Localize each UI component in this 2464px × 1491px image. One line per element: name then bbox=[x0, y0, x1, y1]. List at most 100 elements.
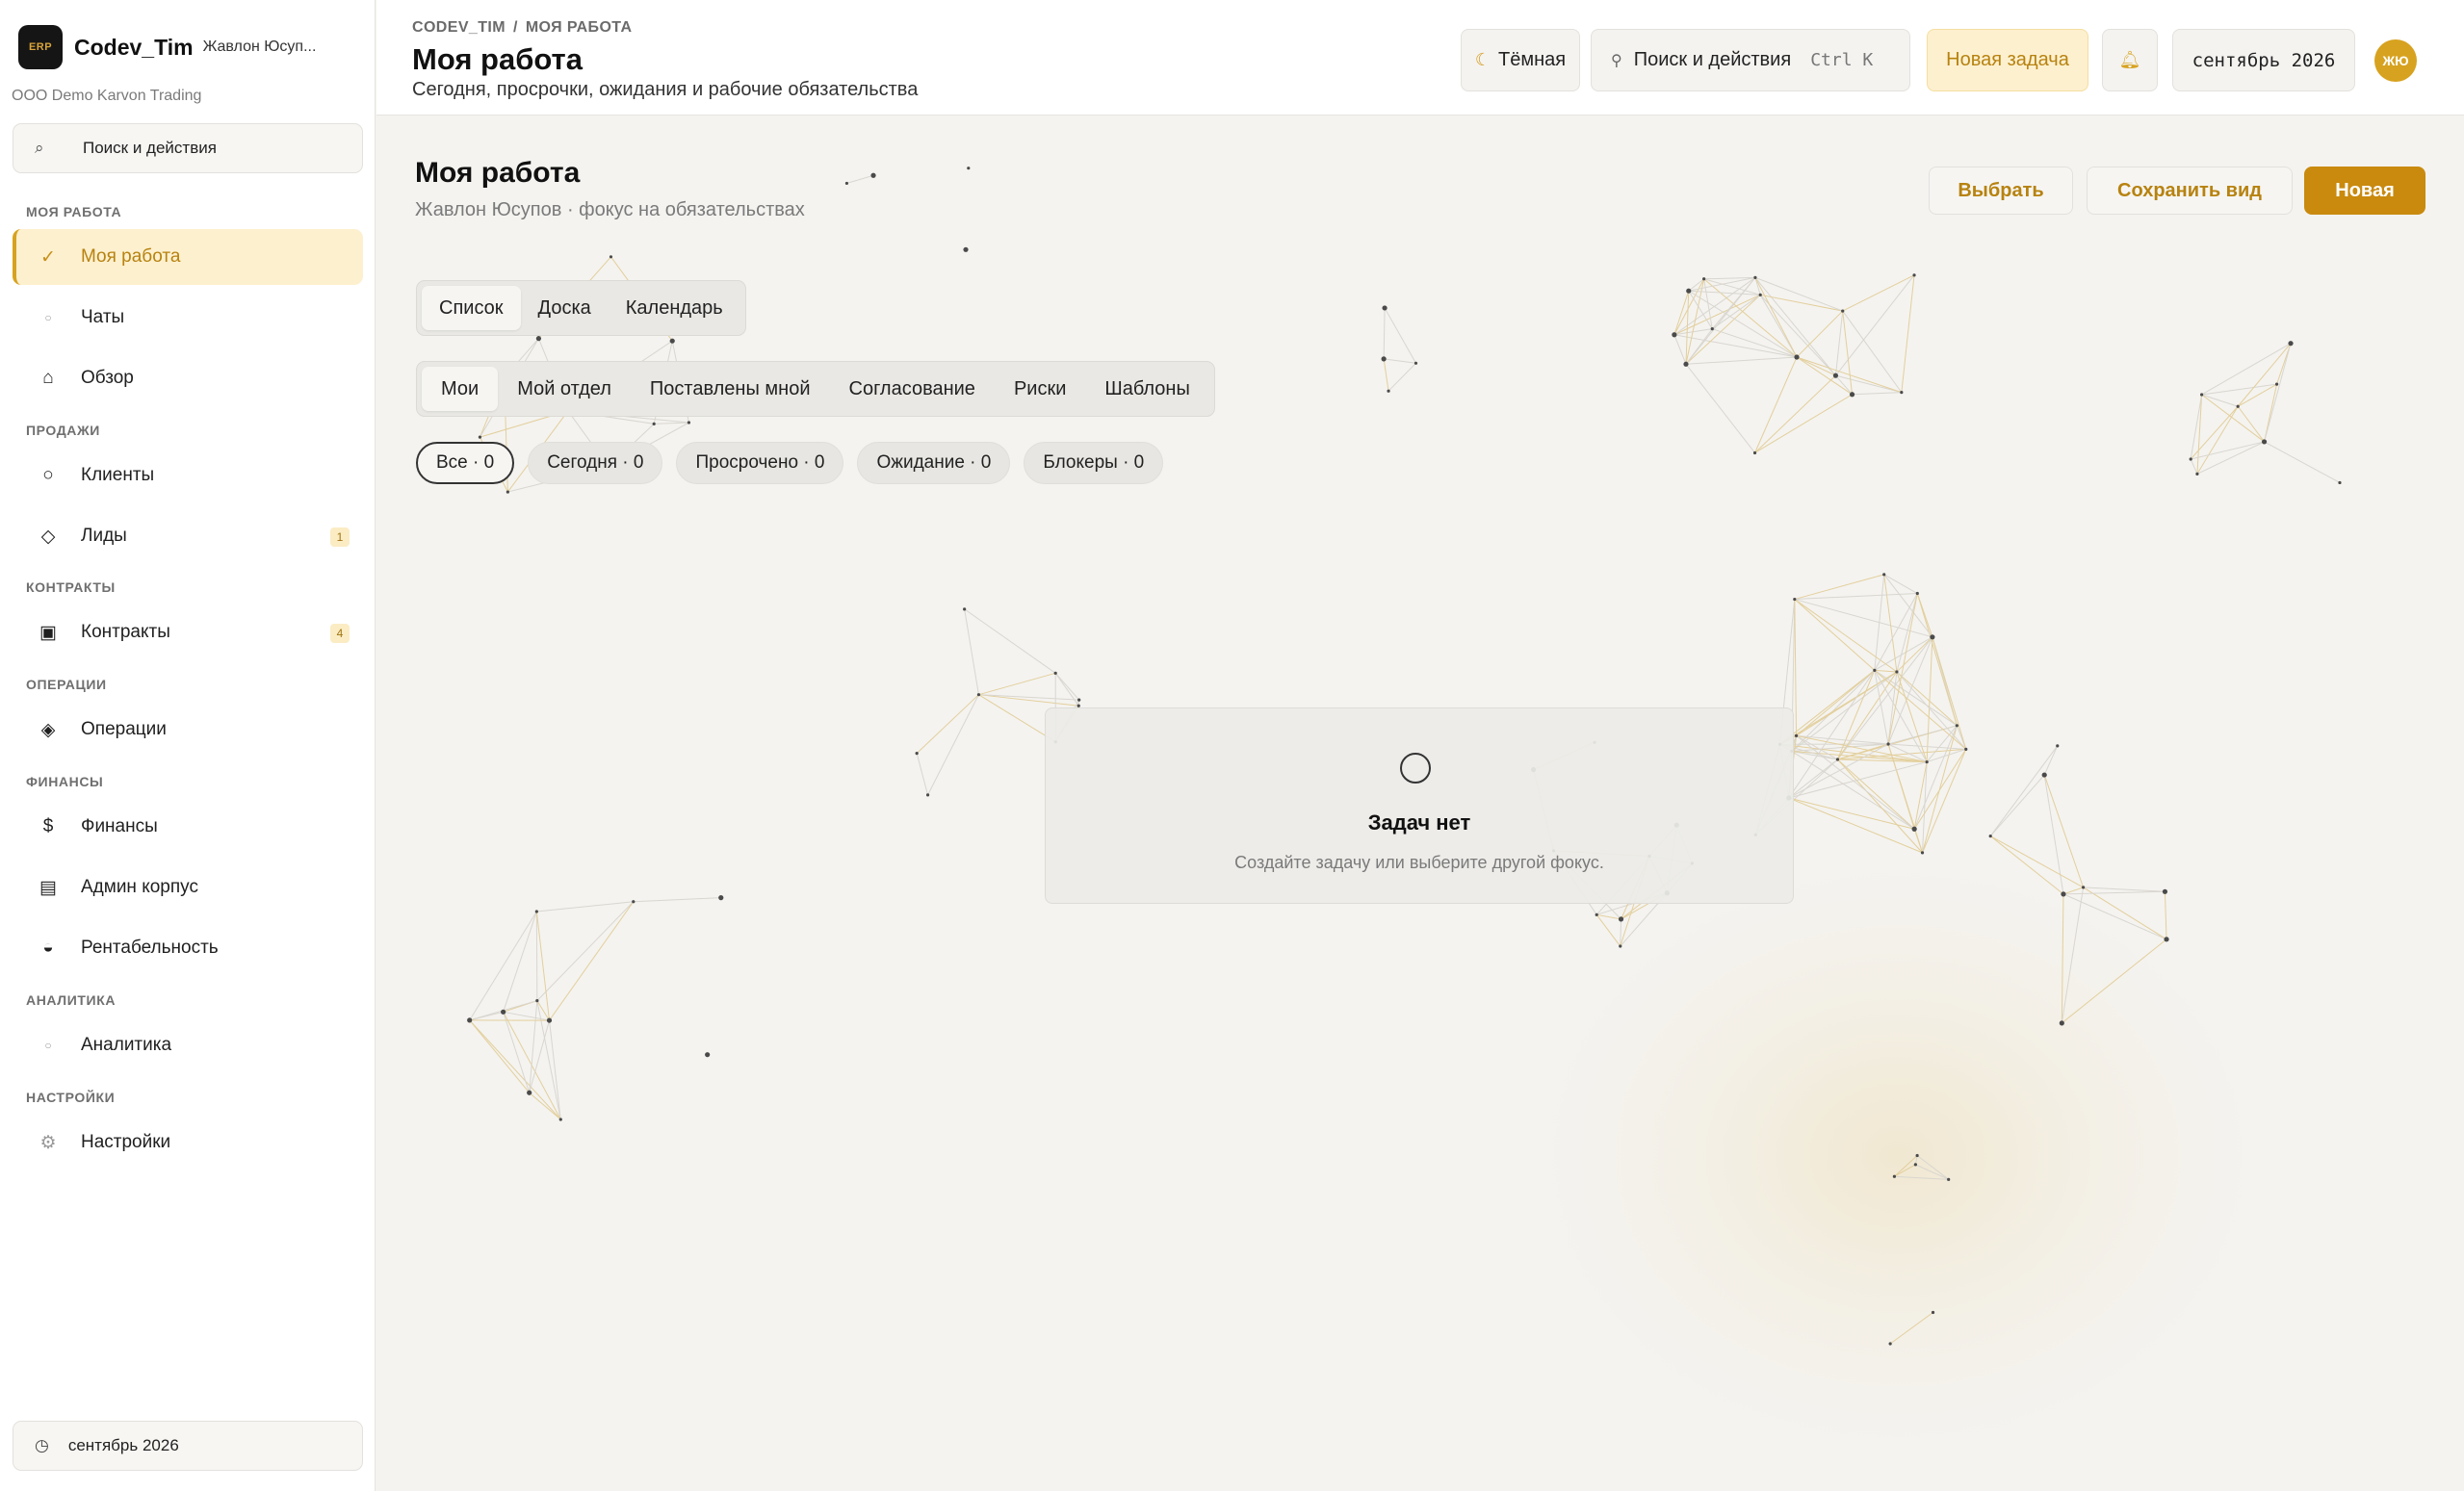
tab-calendar[interactable]: Календарь bbox=[609, 286, 740, 330]
network-link bbox=[1989, 835, 2084, 888]
network-link bbox=[1388, 362, 1416, 392]
select-button[interactable]: Выбрать bbox=[1929, 167, 2073, 215]
network-node bbox=[1832, 373, 1839, 378]
avatar[interactable]: ЖЮ bbox=[2374, 39, 2417, 82]
network-link bbox=[2083, 887, 2167, 940]
half-circle-icon: ◒ bbox=[42, 938, 54, 958]
theme-toggle-button[interactable]: ☾ Тёмная bbox=[1461, 29, 1580, 91]
network-link bbox=[1796, 356, 1902, 394]
network-link bbox=[978, 694, 1079, 701]
command-search-button[interactable]: ⚲ Поиск и действия Ctrl K bbox=[1591, 29, 1910, 91]
sidebar-item-chats[interactable]: ○ Чаты bbox=[13, 290, 363, 346]
period-label: сентябрь 2026 bbox=[67, 1436, 179, 1454]
breadcrumb-separator: / bbox=[512, 19, 518, 36]
dollar-icon: $ bbox=[42, 816, 54, 836]
org-name: ООО Demo Karvon Trading bbox=[12, 88, 202, 104]
network-node bbox=[2041, 772, 2047, 778]
network-link bbox=[1384, 307, 1416, 364]
sidebar-item-settings[interactable]: ⚙ Настройки bbox=[13, 1115, 363, 1170]
sidebar-item-clients[interactable]: ○ Клиенты bbox=[13, 448, 363, 503]
network-link bbox=[1383, 307, 1386, 359]
network-node bbox=[844, 181, 849, 186]
gear-icon: ⚙ bbox=[39, 1132, 57, 1153]
new-task-label: Новая задача bbox=[1946, 49, 2069, 70]
tab-board[interactable]: Доска bbox=[521, 286, 609, 330]
bell-icon: 🔔︎ bbox=[2118, 50, 2141, 69]
sidebar-item-finance[interactable]: $ Финансы bbox=[13, 799, 363, 855]
filter-today[interactable]: Сегодня · 0 bbox=[528, 442, 663, 484]
tab-my-department[interactable]: Мой отдел bbox=[498, 367, 631, 411]
new-task-button[interactable]: Новая задача bbox=[1927, 29, 2088, 91]
network-node bbox=[1988, 834, 1992, 838]
network-link bbox=[1796, 671, 1898, 736]
period-selector[interactable]: ◷ сентябрь 2026 bbox=[13, 1421, 363, 1471]
square-icon: ▣ bbox=[39, 622, 57, 643]
network-link bbox=[1796, 734, 1915, 830]
sidebar-item-analytics[interactable]: ○ Аналитика bbox=[13, 1017, 363, 1073]
leads-count-badge: 1 bbox=[330, 527, 350, 547]
period-button[interactable]: сентябрь 2026 bbox=[2172, 29, 2355, 91]
network-link bbox=[2201, 394, 2239, 407]
filter-overdue[interactable]: Просрочено · 0 bbox=[676, 442, 844, 484]
tab-templates[interactable]: Шаблоны bbox=[1085, 367, 1208, 411]
network-node bbox=[1925, 759, 1929, 764]
network-link bbox=[503, 911, 537, 1013]
section-sales: ПРОДАЖИ bbox=[26, 423, 100, 438]
network-link bbox=[1842, 274, 1915, 312]
network-link bbox=[978, 672, 1056, 696]
network-link bbox=[2237, 405, 2265, 443]
new-button[interactable]: Новая bbox=[2304, 167, 2425, 215]
network-node bbox=[1931, 1310, 1935, 1315]
network-link bbox=[1837, 758, 1915, 830]
network-node bbox=[705, 1052, 711, 1058]
save-view-button[interactable]: Сохранить вид bbox=[2087, 167, 2293, 215]
network-node bbox=[1382, 305, 1388, 311]
network-node bbox=[501, 1009, 506, 1015]
network-node bbox=[609, 255, 613, 259]
brand[interactable]: ERP Codev_Tim Жавлон Юсуп... bbox=[18, 25, 316, 69]
sidebar-search[interactable]: ⌕ Поиск и действия bbox=[13, 123, 363, 173]
tab-risks[interactable]: Риски bbox=[995, 367, 1085, 411]
network-link bbox=[503, 1012, 531, 1093]
section-operations: ОПЕРАЦИИ bbox=[26, 677, 107, 692]
tab-approval[interactable]: Согласование bbox=[830, 367, 995, 411]
network-node bbox=[1955, 724, 1958, 728]
sidebar-item-overview[interactable]: ⌂ Обзор bbox=[13, 350, 363, 406]
notifications-button[interactable]: 🔔︎ bbox=[2102, 29, 2158, 91]
network-link bbox=[1754, 374, 1836, 453]
sidebar-item-label: Обзор bbox=[81, 368, 134, 388]
network-link bbox=[1595, 914, 1621, 947]
network-node bbox=[1618, 916, 1624, 922]
network-link bbox=[1834, 311, 1844, 376]
network-link bbox=[1791, 671, 1898, 752]
network-link bbox=[1916, 593, 1933, 637]
network-link bbox=[1794, 599, 1798, 736]
sidebar-item-profitability[interactable]: ◒ Рентабельность bbox=[13, 920, 363, 976]
network-node bbox=[687, 421, 691, 424]
tab-assigned-by-me[interactable]: Поставлены мной bbox=[631, 367, 830, 411]
filter-blockers[interactable]: Блокеры · 0 bbox=[1024, 442, 1164, 484]
sidebar-item-label: Админ корпус bbox=[81, 877, 198, 897]
focus-switcher: Мои Мой отдел Поставлены мной Согласован… bbox=[416, 361, 1215, 417]
sidebar-item-admin[interactable]: ▤ Админ корпус bbox=[13, 860, 363, 915]
sidebar-item-label: Операции bbox=[81, 719, 167, 739]
sidebar-item-operations[interactable]: ◈ Операции bbox=[13, 702, 363, 758]
network-link bbox=[2191, 441, 2265, 460]
network-link bbox=[1896, 671, 1967, 750]
network-link bbox=[2061, 893, 2064, 1023]
view-switcher: Список Доска Календарь bbox=[416, 280, 746, 336]
sidebar-item-leads[interactable]: ◇ Лиды 1 bbox=[13, 508, 363, 564]
network-link bbox=[654, 422, 689, 424]
network-node bbox=[1381, 356, 1387, 362]
tab-list[interactable]: Список bbox=[422, 286, 521, 330]
network-link bbox=[1835, 274, 1915, 376]
filter-waiting[interactable]: Ожидание · 0 bbox=[857, 442, 1011, 484]
moon-icon: ☾ bbox=[1474, 50, 1491, 69]
tab-mine[interactable]: Мои bbox=[422, 367, 499, 411]
breadcrumb-org[interactable]: CODEV_TIM bbox=[412, 19, 506, 36]
filter-all[interactable]: Все · 0 bbox=[416, 442, 515, 484]
sidebar-item-contracts[interactable]: ▣ Контракты 4 bbox=[13, 604, 363, 660]
sidebar-item-my-work[interactable]: ✓ Моя работа bbox=[13, 229, 363, 285]
network-node bbox=[1930, 634, 1935, 640]
network-link bbox=[1754, 356, 1798, 453]
